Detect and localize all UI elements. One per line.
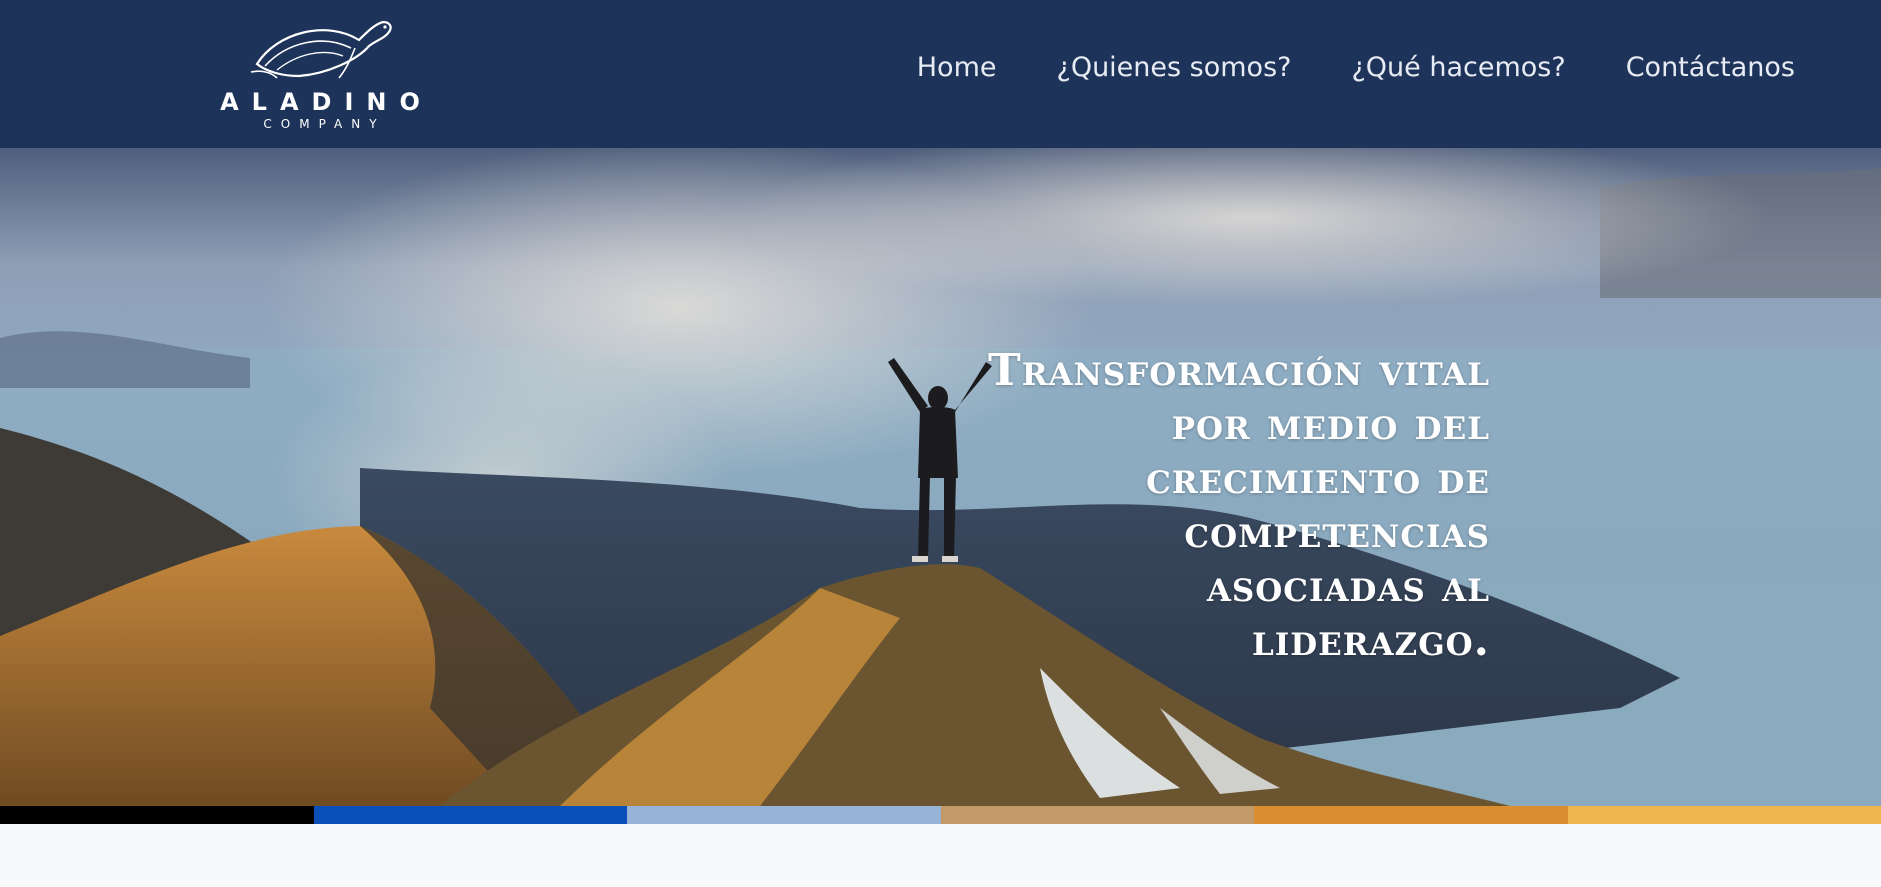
stripe-6 [1567,806,1881,824]
turtle-logo-icon [250,20,392,79]
hero-banner: Transformación vital por medio del creci… [0,148,1881,806]
nav-contactanos[interactable]: Contáctanos [1626,52,1795,83]
brand-name: ALADINO [220,88,433,116]
hero-background-image [0,148,1881,806]
nav-quienes-somos[interactable]: ¿Quienes somos? [1056,52,1291,83]
brand-subtitle: COMPANY [263,117,386,131]
color-stripes [0,806,1881,824]
nav-que-hacemos[interactable]: ¿Qué hacemos? [1351,52,1565,83]
stripe-2 [313,806,627,824]
main-nav: Home ¿Quienes somos? ¿Qué hacemos? Contá… [917,52,1795,83]
content-area [0,824,1881,887]
stripe-4 [940,806,1254,824]
navbar: ALADINO COMPANY Home ¿Quienes somos? ¿Qu… [0,0,1881,148]
brand-logo[interactable]: ALADINO COMPANY [205,12,435,136]
stripe-1 [0,806,314,824]
stripe-5 [1254,806,1568,824]
stripe-3 [627,806,941,824]
hero-headline: Transformación vital por medio del creci… [987,345,1490,667]
nav-home[interactable]: Home [917,52,997,83]
